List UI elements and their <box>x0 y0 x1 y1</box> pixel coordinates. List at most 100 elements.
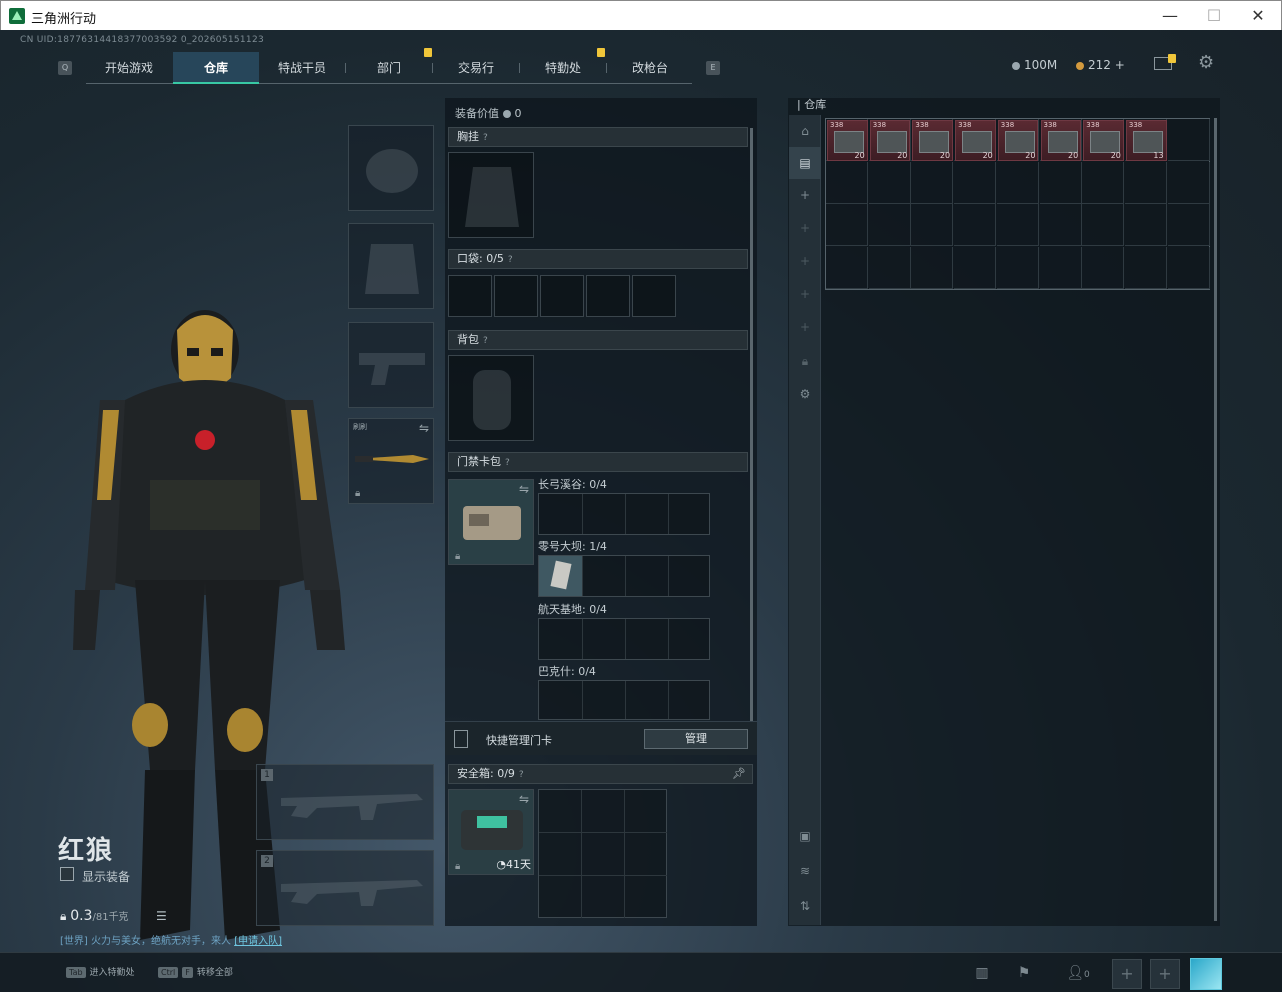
tab-operators[interactable]: 特战干员 <box>259 52 345 84</box>
keycard-row[interactable] <box>538 618 710 660</box>
equipment-scrollbar[interactable] <box>750 128 753 728</box>
warehouse-cell[interactable] <box>1167 119 1210 161</box>
ammo-box-item[interactable]: 338 20 <box>827 120 868 161</box>
add-page-icon[interactable]: + <box>789 278 821 310</box>
tab-market[interactable]: 交易行 <box>433 52 519 84</box>
all-items-icon[interactable]: ⌂ <box>789 115 821 147</box>
melee-slot[interactable]: 刷刷 ⇋ 🔒︎ <box>348 418 434 504</box>
armor-slot[interactable] <box>348 223 434 309</box>
tab-warehouse[interactable]: 仓库 <box>173 52 259 84</box>
nav-prev-key[interactable]: Q <box>58 61 72 75</box>
pocket-slot[interactable] <box>632 275 676 317</box>
warehouse-cell[interactable] <box>1167 204 1210 246</box>
warehouse-cell[interactable] <box>868 204 911 246</box>
warehouse-cell[interactable] <box>996 161 1039 204</box>
settings-gear-icon[interactable]: ⚙ <box>1198 52 1214 73</box>
tab-special-ops[interactable]: 特勤处 <box>520 52 606 84</box>
tab-gunsmith[interactable]: 改枪台 <box>607 52 693 84</box>
pocket-slot[interactable] <box>540 275 584 317</box>
warehouse-scrollbar[interactable] <box>1214 118 1217 921</box>
flag-icon[interactable]: ⚑ <box>1010 959 1038 987</box>
warehouse-cell[interactable] <box>911 204 954 246</box>
warehouse-cell[interactable] <box>954 161 997 204</box>
warehouse-cell[interactable] <box>1082 161 1125 204</box>
help-icon[interactable]: ? <box>519 770 524 780</box>
swap-icon[interactable]: ⇋ <box>519 792 529 806</box>
warehouse-cell[interactable] <box>1124 204 1167 246</box>
pocket-slot[interactable] <box>494 275 538 317</box>
warehouse-cell[interactable] <box>1124 161 1167 204</box>
help-icon[interactable]: ? <box>483 336 488 346</box>
ammo-box-item[interactable]: 338 20 <box>997 120 1039 161</box>
player-avatar[interactable] <box>1190 958 1222 990</box>
add-page-icon[interactable]: + <box>789 245 821 277</box>
help-icon[interactable]: ? <box>483 133 488 143</box>
ammo-box-item[interactable]: 338 13 <box>1125 120 1167 161</box>
primary-weapon-slot[interactable]: 1 <box>256 764 434 840</box>
nav-next-key[interactable]: E <box>706 61 720 75</box>
warehouse-cell[interactable] <box>1124 246 1167 289</box>
warehouse-cell[interactable] <box>826 246 868 289</box>
pin-icon[interactable]: 📌︎ <box>732 765 746 783</box>
ammo-box-item[interactable]: 338 20 <box>1083 120 1124 161</box>
tab-department[interactable]: 部门 <box>346 52 432 84</box>
warehouse-cell[interactable] <box>1167 161 1210 204</box>
add-teammate-button[interactable]: + <box>1112 959 1142 989</box>
add-page-icon[interactable]: + <box>789 212 821 244</box>
minimize-button[interactable]: — <box>1147 1 1193 31</box>
manage-button[interactable]: 管理 <box>644 729 748 749</box>
sort-icon[interactable]: ⇅ <box>789 890 821 922</box>
swap-icon[interactable]: ⇋ <box>519 482 529 496</box>
friends-icon[interactable]: 👤︎0 <box>1058 959 1098 987</box>
warehouse-cell[interactable] <box>954 246 997 289</box>
warehouse-cell[interactable] <box>1082 204 1125 246</box>
weight-list-icon[interactable]: ☰ <box>156 909 167 923</box>
warehouse-cell[interactable] <box>1167 246 1210 289</box>
keycard-row[interactable] <box>538 680 710 720</box>
warehouse-cell[interactable] <box>1039 246 1082 289</box>
transfer-all-hint[interactable]: Ctrl F 转移全部 <box>158 965 233 978</box>
vest-slot[interactable] <box>448 152 534 238</box>
add-page-icon[interactable]: + <box>789 311 821 343</box>
keycard-row[interactable] <box>538 493 710 535</box>
keycard-row[interactable] <box>538 555 710 597</box>
warehouse-cell[interactable] <box>911 161 954 204</box>
warehouse-cell[interactable] <box>868 246 911 289</box>
pistol-slot[interactable] <box>348 322 434 408</box>
help-icon[interactable]: ? <box>505 458 510 468</box>
warehouse-cell[interactable] <box>826 161 868 204</box>
secondary-weapon-slot[interactable]: 2 <box>256 850 434 926</box>
show-equipment-checkbox[interactable] <box>60 867 74 881</box>
warehouse-cell[interactable] <box>954 204 997 246</box>
warehouse-grid[interactable]: 338 20 338 20 338 20 338 20 338 20 338 20 338 20 338 13 <box>825 118 1210 290</box>
pocket-slot[interactable] <box>586 275 630 317</box>
warehouse-cell[interactable] <box>1039 161 1082 204</box>
warehouse-page-icon[interactable]: ▤ <box>789 147 821 179</box>
settings-gear-icon[interactable]: ⚙ <box>789 378 821 410</box>
add-teammate-button[interactable]: + <box>1150 959 1180 989</box>
warehouse-cell[interactable] <box>1082 246 1125 289</box>
helmet-slot[interactable] <box>348 125 434 211</box>
layers-icon[interactable]: ≋ <box>789 855 821 887</box>
warehouse-cell[interactable] <box>911 246 954 289</box>
swap-icon[interactable]: ⇋ <box>419 421 429 435</box>
warehouse-cell[interactable] <box>996 246 1039 289</box>
maximize-button[interactable]: ☐ <box>1191 1 1237 31</box>
warehouse-cell[interactable] <box>996 204 1039 246</box>
add-page-icon[interactable]: + <box>789 179 821 211</box>
close-button[interactable]: ✕ <box>1235 1 1281 31</box>
warehouse-cell[interactable] <box>868 161 911 204</box>
warehouse-cell[interactable] <box>826 204 868 246</box>
warehouse-cell[interactable] <box>1039 204 1082 246</box>
secure-case-grid[interactable] <box>538 789 667 918</box>
ammo-box-item[interactable]: 338 20 <box>955 120 996 161</box>
tab-hint[interactable]: Tab 进入特勤处 <box>66 965 135 978</box>
ammo-box-item[interactable]: 338 20 <box>912 120 954 161</box>
keycard-item[interactable] <box>539 556 582 596</box>
tab-start-game[interactable]: 开始游戏 <box>86 52 172 84</box>
extension-icon[interactable]: ▣ <box>789 820 821 852</box>
ammo-box-item[interactable]: 338 20 <box>1040 120 1082 161</box>
keycard-case-slot[interactable]: ⇋ 🔒︎ <box>448 479 534 565</box>
secure-case-slot[interactable]: ⇋ 🔒︎ ◔41天 <box>448 789 534 875</box>
ammo-box-item[interactable]: 338 20 <box>869 120 911 161</box>
